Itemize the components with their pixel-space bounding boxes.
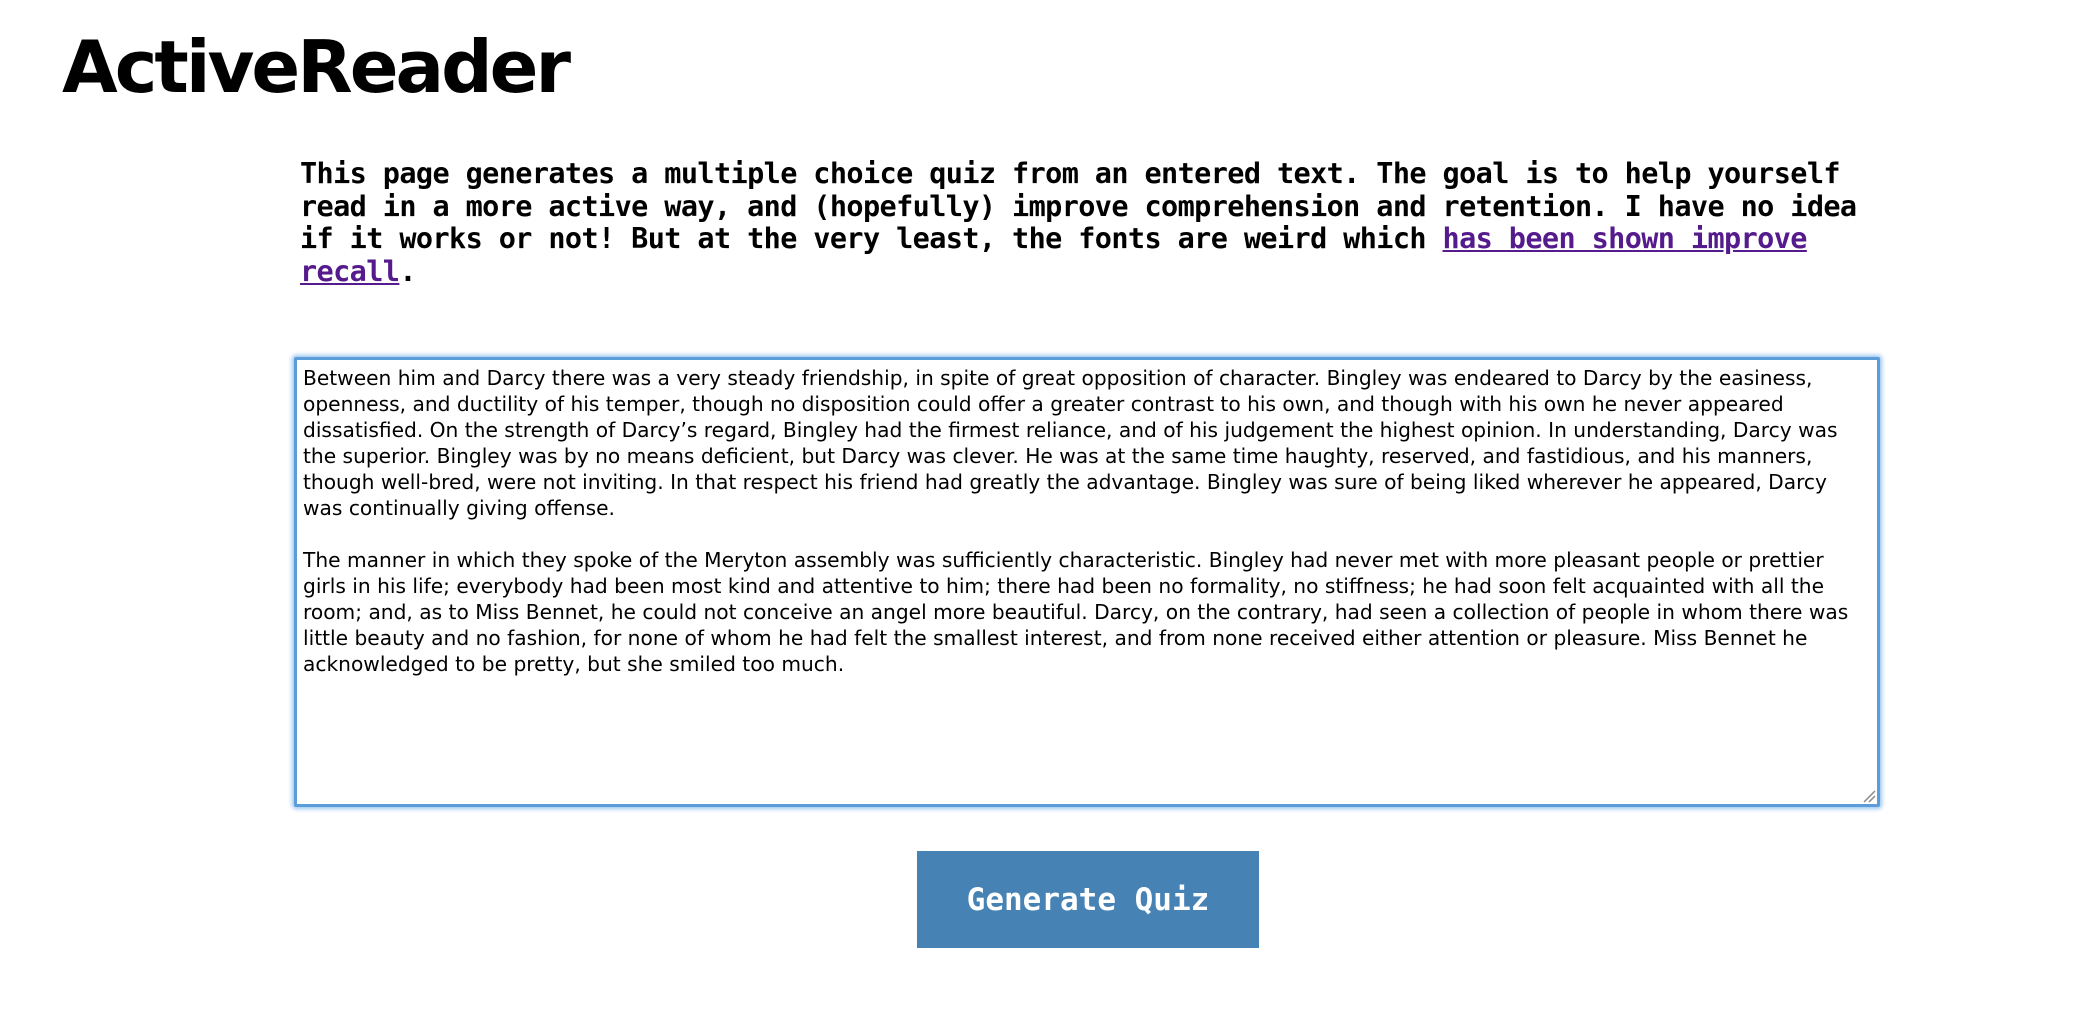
app-logo: ActiveReader [62,25,571,109]
resize-handle-icon[interactable] [1862,789,1876,803]
intro-paragraph: This page generates a multiple choice qu… [300,157,1900,288]
intro-trailing: . [399,254,416,288]
source-text-input[interactable] [294,357,1880,807]
generate-quiz-button[interactable]: Generate Quiz [917,851,1259,948]
